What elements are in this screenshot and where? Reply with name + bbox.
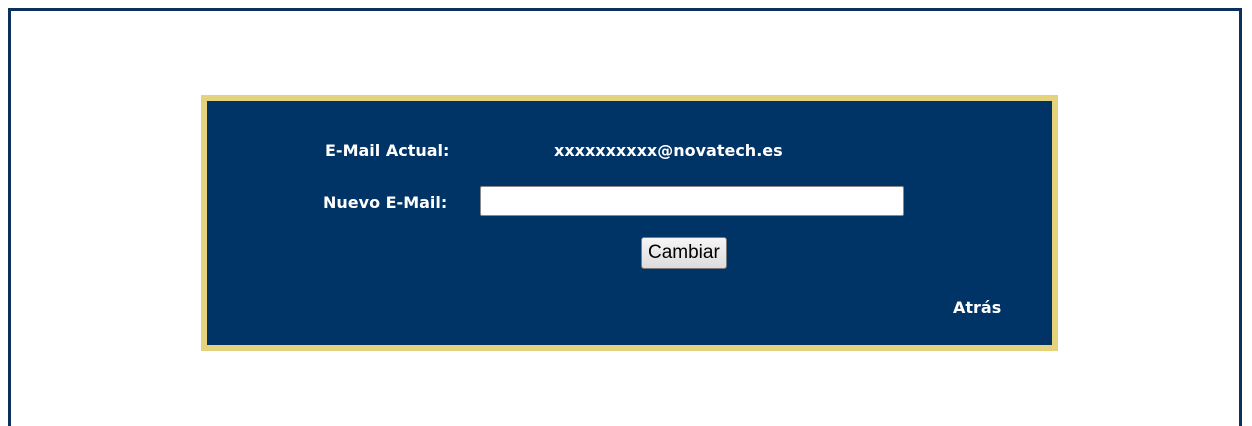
back-link[interactable]: Atrás: [953, 298, 1001, 318]
new-email-input[interactable]: [480, 186, 904, 216]
change-email-button[interactable]: Cambiar: [641, 237, 727, 269]
change-email-panel: E-Mail Actual: xxxxxxxxxx@novatech.es Nu…: [201, 95, 1058, 351]
page: E-Mail Actual: xxxxxxxxxx@novatech.es Nu…: [0, 0, 1252, 426]
current-email-value: xxxxxxxxxx@novatech.es: [554, 141, 783, 160]
current-email-label: E-Mail Actual:: [325, 141, 450, 160]
new-email-label: Nuevo E-Mail:: [323, 193, 448, 212]
